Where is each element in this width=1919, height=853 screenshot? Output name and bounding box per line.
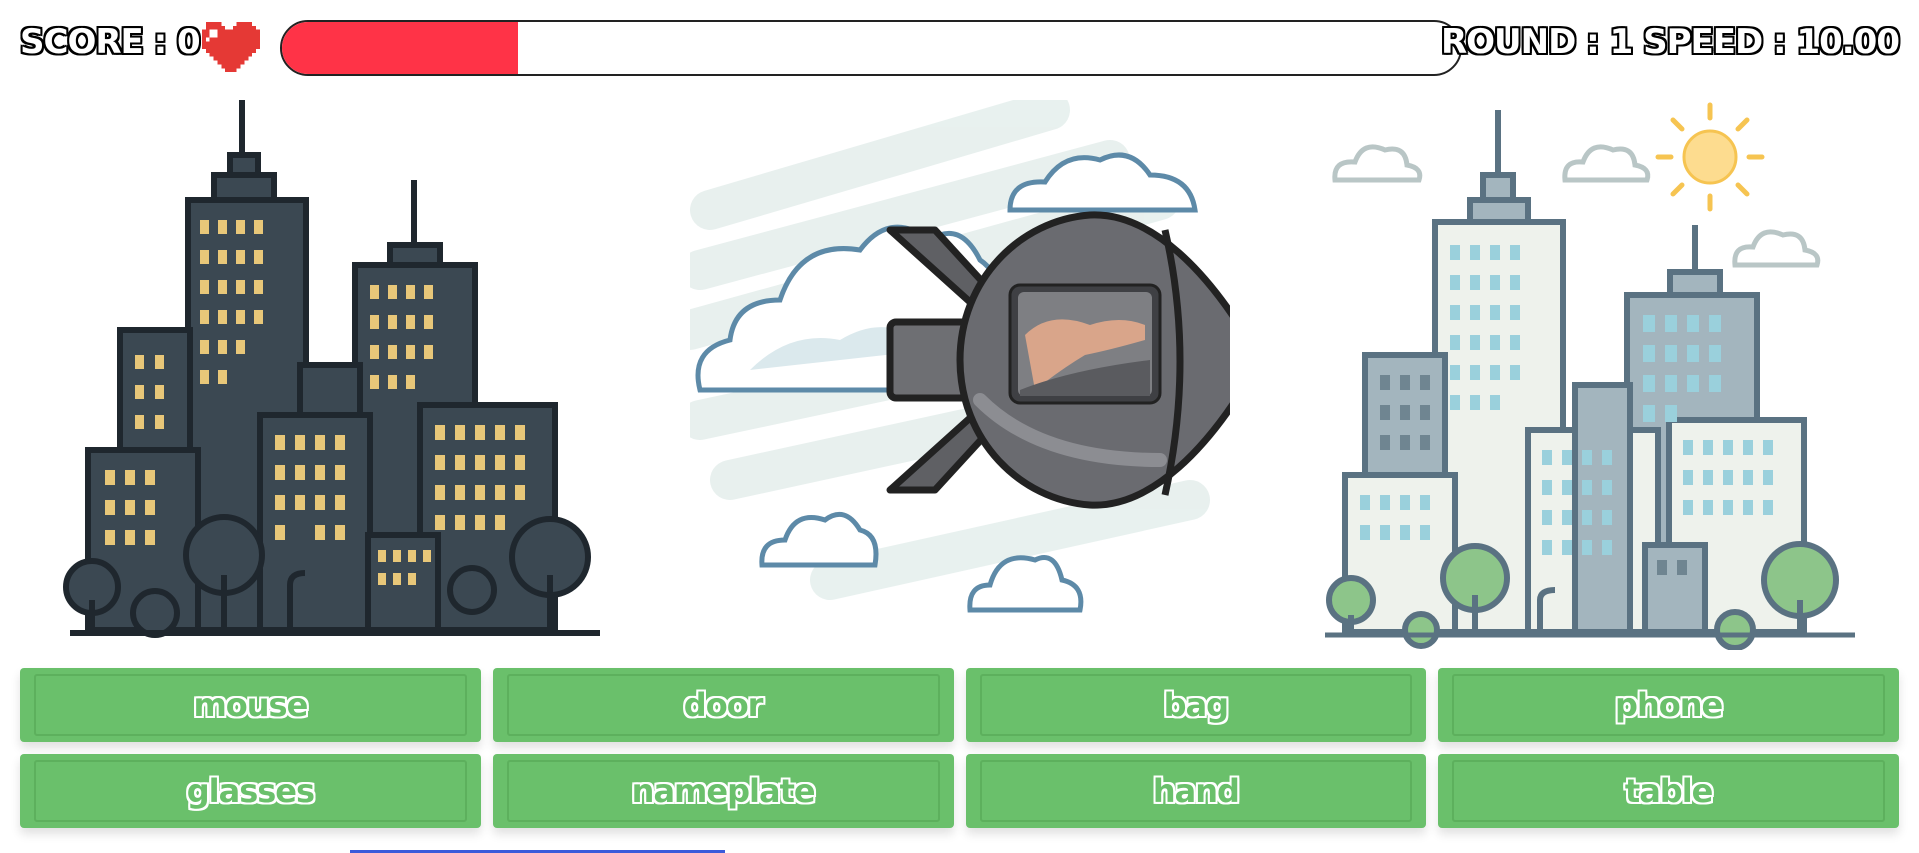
answer-button-table[interactable]: table: [1438, 754, 1899, 828]
answer-button-nameplate[interactable]: nameplate: [492, 754, 954, 828]
answer-label: door: [683, 686, 764, 724]
timer-fill: [282, 22, 518, 74]
answer-label: mouse: [193, 686, 308, 724]
round-speed-text: ROUND : 1 SPEED : 10.00: [1440, 22, 1900, 62]
answer-button-bag[interactable]: bag: [965, 668, 1427, 742]
answer-label: nameplate: [631, 772, 816, 810]
answer-button-mouse[interactable]: mouse: [20, 668, 481, 742]
light-city-illustration: [1325, 102, 1855, 650]
answer-button-phone[interactable]: phone: [1438, 668, 1899, 742]
answer-label: bag: [1163, 686, 1229, 724]
dark-city-illustration: [63, 100, 600, 638]
answer-button-hand[interactable]: hand: [965, 754, 1427, 828]
answer-button-glasses[interactable]: glasses: [20, 754, 481, 828]
answer-button-door[interactable]: door: [492, 668, 954, 742]
heart-icon: [202, 22, 260, 76]
answer-label: phone: [1615, 686, 1723, 724]
answer-label: glasses: [186, 772, 315, 810]
answer-grid: mouse door bag phone glasses nameplate h…: [20, 668, 1899, 828]
answer-label: hand: [1152, 772, 1240, 810]
score-text: SCORE : 0: [20, 22, 201, 62]
rocket-illustration: [690, 100, 1230, 613]
timer-bar: [280, 20, 1462, 76]
answer-label: table: [1624, 772, 1713, 810]
